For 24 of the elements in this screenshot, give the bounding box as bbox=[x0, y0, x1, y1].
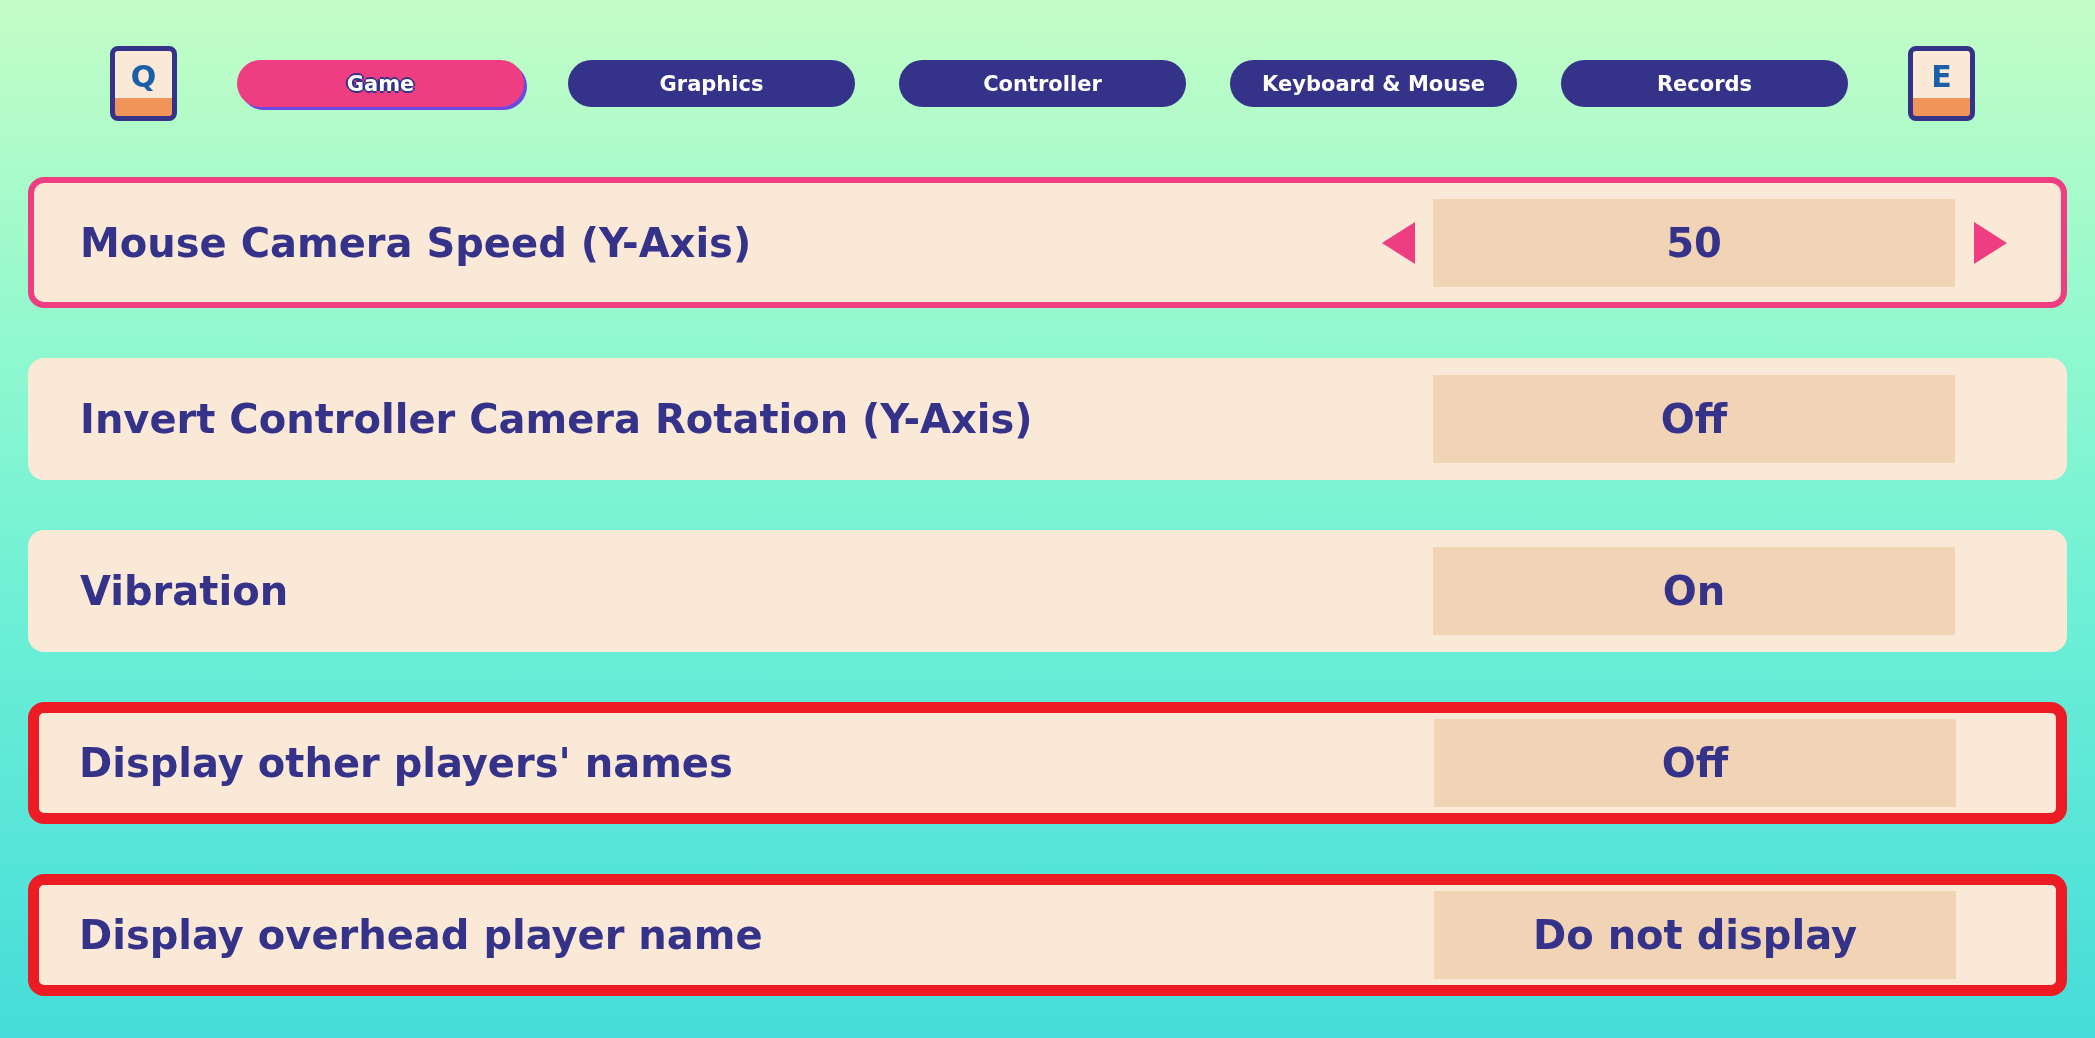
tab[interactable]: Controller bbox=[899, 60, 1186, 107]
setting-value: Off bbox=[1433, 375, 1955, 463]
setting-value: 50 bbox=[1433, 198, 1955, 287]
setting-label: Display other players' names bbox=[79, 740, 734, 786]
tab[interactable]: Graphics bbox=[568, 60, 855, 107]
setting-row[interactable]: Display other players' names Off bbox=[28, 702, 2067, 824]
q-key-icon[interactable]: Q bbox=[110, 46, 177, 121]
right-arrow-icon[interactable] bbox=[1973, 221, 2007, 264]
setting-row[interactable]: Display overhead player name Do not display bbox=[28, 874, 2067, 996]
setting-value: On bbox=[1433, 547, 1955, 635]
setting-value: Do not display bbox=[1434, 891, 1956, 979]
setting-label: Invert Controller Camera Rotation (Y-Axis) bbox=[80, 396, 1034, 442]
tab[interactable]: Keyboard & Mouse bbox=[1230, 60, 1517, 107]
setting-label: Vibration bbox=[80, 568, 290, 614]
e-key-icon[interactable]: E bbox=[1908, 46, 1975, 121]
setting-row[interactable]: Invert Controller Camera Rotation (Y-Axis) Off bbox=[28, 358, 2067, 480]
setting-row[interactable]: Mouse Camera Speed (Y-Axis) 50 bbox=[28, 177, 2067, 308]
setting-label: Mouse Camera Speed (Y-Axis) bbox=[80, 219, 753, 266]
setting-label: Display overhead player name bbox=[79, 912, 764, 958]
setting-row[interactable]: Vibration On bbox=[28, 530, 2067, 652]
setting-value: Off bbox=[1434, 719, 1956, 807]
left-arrow-icon[interactable] bbox=[1381, 221, 1415, 264]
tab[interactable]: Records bbox=[1561, 60, 1848, 107]
tab[interactable]: Game bbox=[237, 60, 524, 107]
